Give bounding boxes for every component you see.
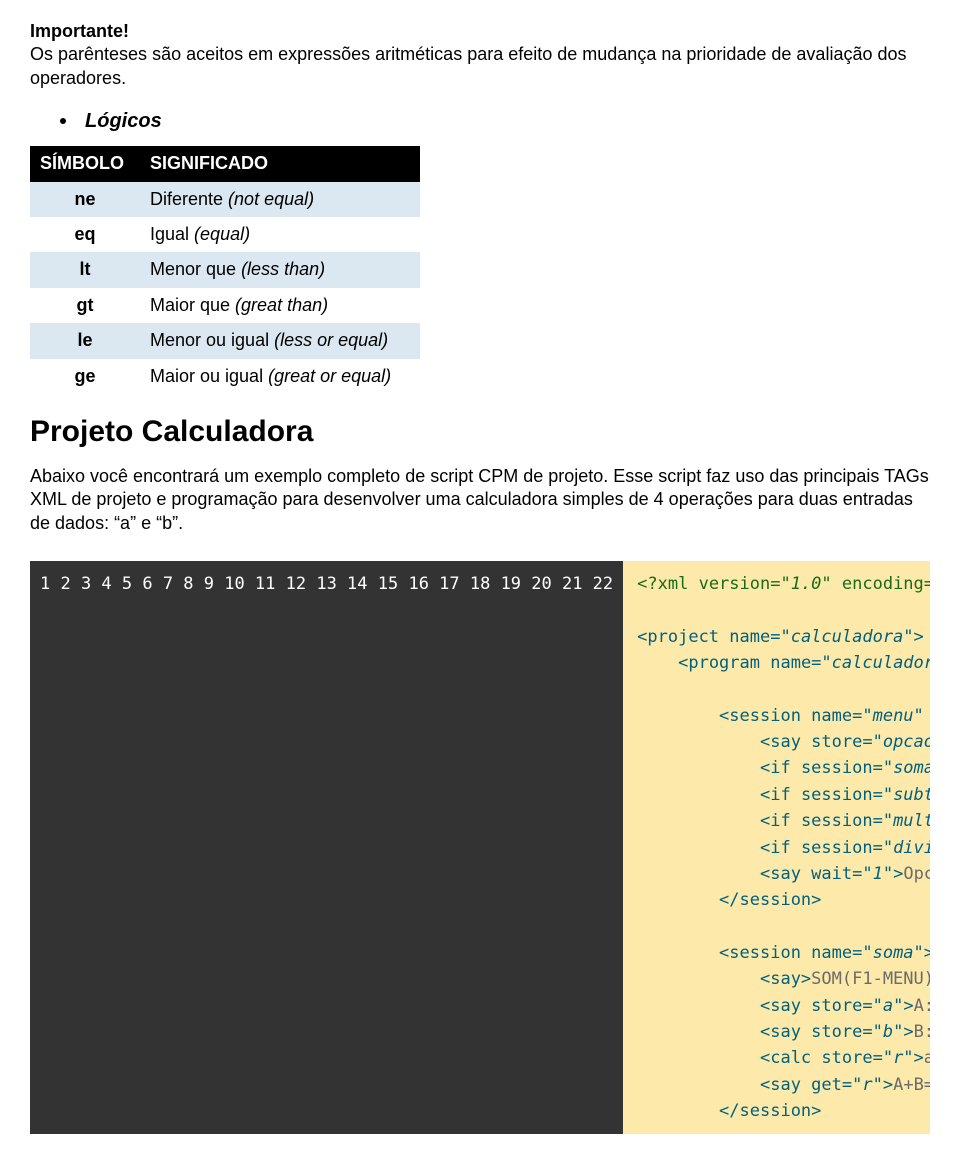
table-row: lt Menor que (less than) <box>30 252 420 287</box>
intro-body: Os parênteses são aceitos em expressões … <box>30 44 907 87</box>
bullet-logicos: Lógicos <box>60 108 930 134</box>
bullet-icon <box>60 118 66 124</box>
project-title: Projeto Calculadora <box>30 412 930 451</box>
desc-cell: Maior que (great than) <box>140 288 420 323</box>
table-row: eq Igual (equal) <box>30 217 420 252</box>
desc-cell: Menor que (less than) <box>140 252 420 287</box>
table-row: ne Diferente (not equal) <box>30 182 420 217</box>
table-header-row: SÍMBOLO SIGNIFICADO <box>30 146 420 181</box>
table-row: gt Maior que (great than) <box>30 288 420 323</box>
code-area: <?xml version="1.0" encoding="UTF-8"?> <… <box>623 561 930 1134</box>
desc-cell: Menor ou igual (less or equal) <box>140 323 420 358</box>
sym-cell: gt <box>30 288 140 323</box>
table-row: ge Maior ou igual (great or equal) <box>30 359 420 394</box>
desc-cell: Maior ou igual (great or equal) <box>140 359 420 394</box>
operators-table: SÍMBOLO SIGNIFICADO ne Diferente (not eq… <box>30 146 420 394</box>
desc-cell: Igual (equal) <box>140 217 420 252</box>
col-significado: SIGNIFICADO <box>140 146 420 181</box>
table-row: le Menor ou igual (less or equal) <box>30 323 420 358</box>
intro-block: Importante! Os parênteses são aceitos em… <box>30 20 930 90</box>
desc-cell: Diferente (not equal) <box>140 182 420 217</box>
code-block: 1 2 3 4 5 6 7 8 9 10 11 12 13 14 15 16 1… <box>30 561 930 1134</box>
line-number-gutter: 1 2 3 4 5 6 7 8 9 10 11 12 13 14 15 16 1… <box>30 561 623 1134</box>
sym-cell: ne <box>30 182 140 217</box>
sym-cell: eq <box>30 217 140 252</box>
sym-cell: ge <box>30 359 140 394</box>
bullet-label: Lógicos <box>85 110 162 132</box>
col-symbol: SÍMBOLO <box>30 146 140 181</box>
sym-cell: le <box>30 323 140 358</box>
intro-heading: Importante! <box>30 21 129 41</box>
sym-cell: lt <box>30 252 140 287</box>
project-body: Abaixo você encontrará um exemplo comple… <box>30 465 930 535</box>
